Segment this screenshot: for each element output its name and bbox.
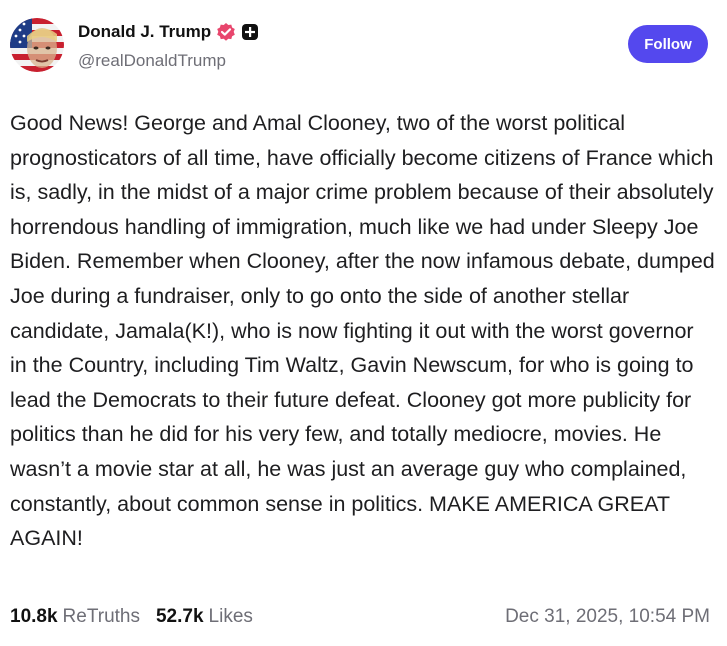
post-timestamp[interactable]: Dec 31, 2025, 10:54 PM bbox=[505, 606, 710, 628]
post-body-text: Good News! George and Amal Clooney, two … bbox=[10, 111, 715, 551]
post-footer: 10.8k ReTruths 52.7k Likes Dec 31, 2025,… bbox=[10, 603, 710, 631]
plus-badge-icon bbox=[241, 23, 259, 41]
retruths-count: 10.8k bbox=[10, 606, 58, 627]
retruths-stat[interactable]: 10.8k ReTruths bbox=[10, 606, 140, 628]
likes-label: Likes bbox=[208, 606, 253, 627]
avatar[interactable] bbox=[10, 18, 64, 72]
likes-stat[interactable]: 52.7k Likes bbox=[156, 606, 253, 628]
author-name-row[interactable]: Donald J. Trump bbox=[78, 22, 259, 42]
follow-button[interactable]: Follow bbox=[628, 25, 708, 63]
retruths-label: ReTruths bbox=[62, 606, 140, 627]
author-name[interactable]: Donald J. Trump bbox=[78, 22, 211, 42]
verified-badge-icon bbox=[216, 22, 236, 42]
author-handle[interactable]: @realDonaldTrump bbox=[78, 51, 226, 71]
likes-count: 52.7k bbox=[155, 606, 204, 627]
